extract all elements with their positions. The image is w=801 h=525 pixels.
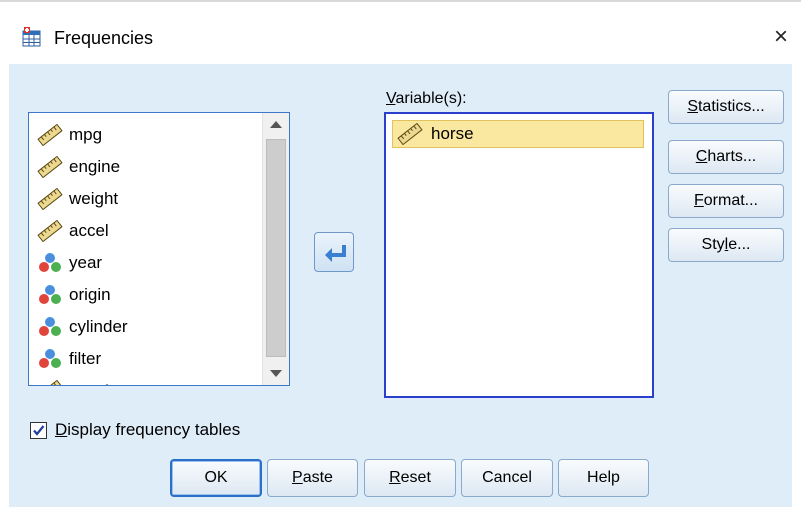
list-item-label: accel	[69, 221, 109, 240]
ruler-scale-icon	[37, 155, 63, 179]
list-item-label: weight	[69, 189, 119, 208]
variables-label: Variable(s):	[386, 90, 467, 107]
display-frequency-tables-label: Display frequency tables	[55, 420, 241, 439]
paste-button[interactable]: Paste	[267, 459, 358, 497]
list-item-label: year	[69, 253, 103, 272]
cancel-button[interactable]: Cancel	[461, 459, 553, 497]
move-arrow-icon	[315, 233, 353, 276]
ruler-scale-icon	[37, 123, 63, 147]
list-item-label: mpg1	[69, 381, 112, 385]
close-button[interactable]: ×	[768, 24, 794, 52]
checkmark-icon	[33, 424, 45, 436]
nominal-balls-icon	[37, 348, 63, 370]
list-item-mpg1[interactable]: mpg1	[29, 375, 263, 385]
style-button[interactable]: Sty l e...	[668, 228, 784, 262]
list-item-label: origin	[69, 285, 111, 304]
scrollbar-thumb[interactable]	[266, 139, 286, 357]
scroll-down-arrow-icon[interactable]	[265, 363, 287, 383]
list-item-year[interactable]: year	[29, 247, 263, 279]
nominal-balls-icon	[37, 316, 63, 338]
source-list-scrollbar[interactable]	[262, 113, 289, 385]
ruler-scale-icon	[397, 122, 423, 146]
help-button[interactable]: Help	[558, 459, 649, 497]
list-item-filter[interactable]: filter	[29, 343, 263, 375]
nominal-balls-icon	[37, 284, 63, 306]
list-item-label: cylinder	[69, 317, 128, 336]
format-button[interactable]: Format...	[668, 184, 784, 218]
list-item-cylinder[interactable]: cylinder	[29, 311, 263, 343]
list-item-weight[interactable]: weight	[29, 183, 263, 215]
ok-button[interactable]: OK	[170, 459, 262, 497]
list-item-label: mpg	[69, 125, 103, 144]
display-frequency-tables-checkbox[interactable]	[30, 421, 47, 439]
ruler-scale-icon	[37, 187, 63, 211]
list-item-label: filter	[69, 349, 102, 368]
list-item-label: horse	[431, 124, 474, 143]
list-item-accel[interactable]: accel	[29, 215, 263, 247]
statistics-button[interactable]: Statistics...	[668, 90, 784, 124]
list-item-mpg[interactable]: mpg	[29, 119, 263, 151]
list-item-horse[interactable]: horse	[392, 120, 644, 148]
ruler-scale-icon	[37, 379, 63, 385]
list-item-label: engine	[69, 157, 121, 176]
source-variable-list[interactable]: mpg engine weight accel year origin cyli…	[28, 112, 290, 386]
title-bar[interactable]: Frequencies ×	[0, 2, 801, 64]
list-item-origin[interactable]: origin	[29, 279, 263, 311]
nominal-balls-icon	[37, 252, 63, 274]
scroll-up-arrow-icon[interactable]	[265, 115, 287, 135]
window-title: Frequencies	[54, 28, 154, 48]
source-variable-items: mpg engine weight accel year origin cyli…	[29, 113, 263, 385]
target-variable-list[interactable]: horse	[384, 112, 654, 398]
reset-button[interactable]: Reset	[364, 459, 456, 497]
bottom-edge	[0, 507, 801, 525]
list-item-engine[interactable]: engine	[29, 151, 263, 183]
frequencies-table-icon	[22, 27, 42, 47]
ruler-scale-icon	[37, 219, 63, 243]
move-variable-button[interactable]	[314, 232, 354, 272]
charts-button[interactable]: Charts...	[668, 140, 784, 174]
display-frequency-tables-option[interactable]: Display frequency tables	[30, 418, 240, 442]
